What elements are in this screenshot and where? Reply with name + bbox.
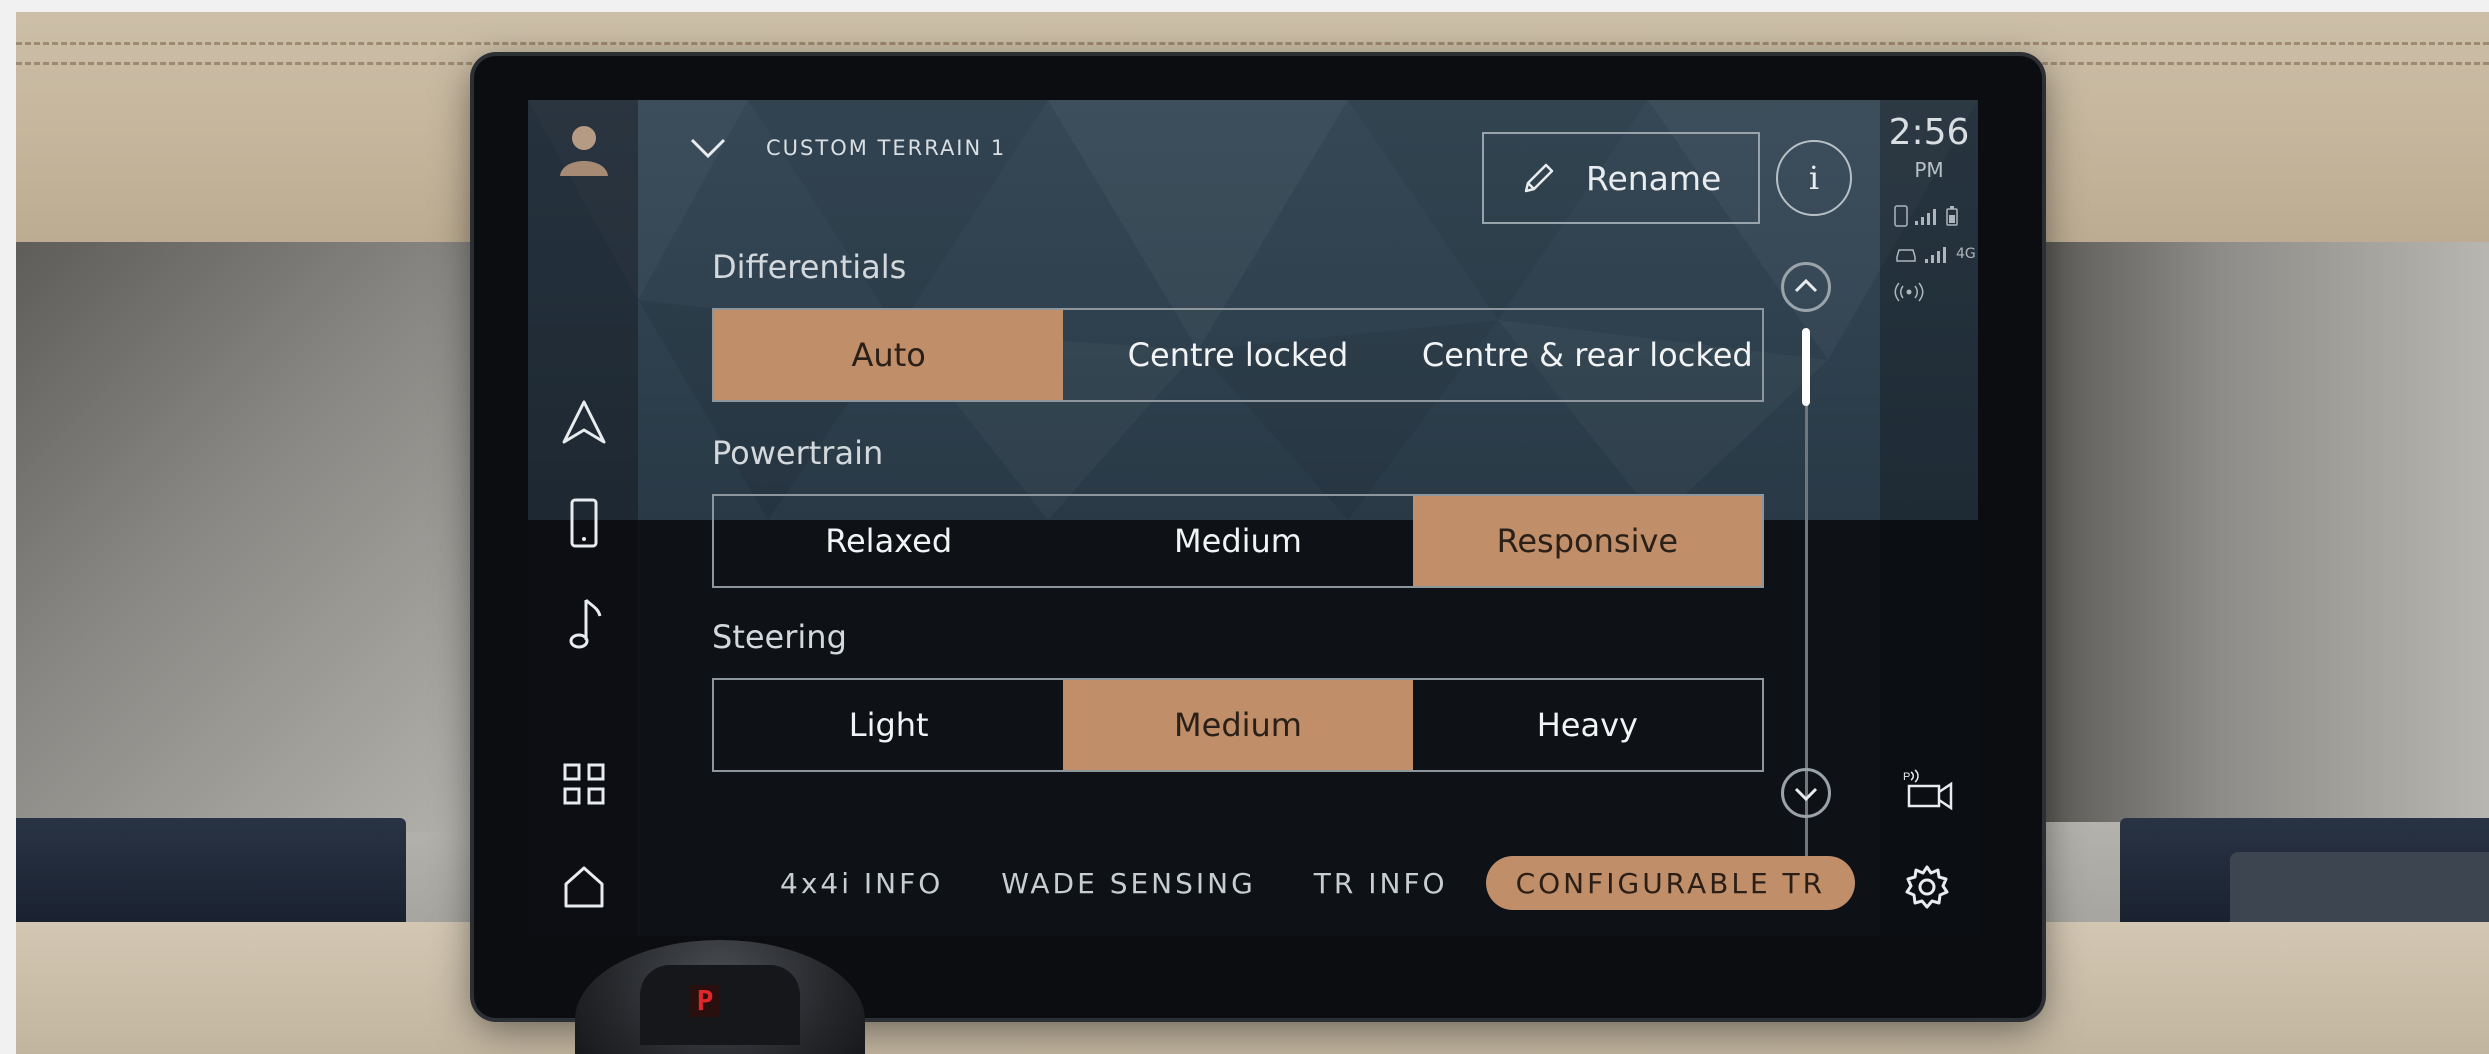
signal-bars-icon bbox=[1915, 209, 1936, 225]
phone-status-icon bbox=[1894, 205, 1908, 227]
scroll-up-button[interactable] bbox=[1781, 262, 1831, 312]
section-label: Steering bbox=[712, 618, 847, 656]
media-icon[interactable] bbox=[552, 592, 616, 656]
rename-label: Rename bbox=[1586, 158, 1722, 198]
segment-option[interactable]: Medium bbox=[1063, 680, 1413, 770]
network-type-label: 4G bbox=[1956, 246, 1976, 262]
tab-item[interactable]: TR INFO bbox=[1294, 856, 1468, 910]
pencil-icon bbox=[1520, 159, 1558, 197]
chevron-down-icon[interactable] bbox=[688, 128, 728, 168]
right-vent-card bbox=[2230, 852, 2489, 922]
svg-text:P: P bbox=[1903, 771, 1910, 783]
battery-icon bbox=[1946, 206, 1958, 226]
segment-option[interactable]: Responsive bbox=[1412, 496, 1762, 586]
section-label: Differentials bbox=[712, 248, 907, 286]
terrain-menu-title[interactable]: CUSTOM TERRAIN 1 bbox=[766, 130, 1006, 166]
segment-option[interactable]: Centre locked bbox=[1063, 310, 1412, 400]
wifi-hotspot-icon bbox=[1894, 282, 1924, 302]
gear-selector-face bbox=[640, 965, 800, 1045]
dashboard-left-cutout bbox=[16, 242, 476, 832]
clock-ampm: PM bbox=[1914, 158, 1944, 182]
wifi-hotspot-status bbox=[1894, 280, 1924, 304]
bottom-tab-bar: 4x4i INFO WADE SENSING TR INFO CONFIGURABLE… bbox=[760, 856, 1873, 910]
navigation-icon[interactable] bbox=[552, 390, 616, 454]
segmented-control: Light Medium Heavy bbox=[712, 678, 1764, 772]
dashboard-stitching bbox=[16, 42, 2489, 45]
tab-item[interactable]: 4x4i INFO bbox=[760, 856, 963, 910]
settings-icon[interactable] bbox=[1894, 854, 1960, 920]
segment-option[interactable]: Relaxed bbox=[714, 496, 1063, 586]
scroll-down-button[interactable] bbox=[1781, 768, 1831, 818]
car-status-icon bbox=[1896, 249, 1916, 262]
car-interior-scene: CUSTOM TERRAIN 1 Rename i 2:56 PM 4G Dif… bbox=[0, 0, 2489, 1054]
rename-button[interactable]: Rename bbox=[1482, 132, 1760, 224]
signal-bars-icon bbox=[1925, 247, 1946, 263]
segment-option[interactable]: Medium bbox=[1063, 496, 1412, 586]
parking-camera-icon[interactable]: P bbox=[1896, 760, 1962, 820]
segment-option[interactable]: Auto bbox=[714, 310, 1064, 400]
segment-option[interactable]: Heavy bbox=[1413, 680, 1762, 770]
clock-time: 2:56 bbox=[1888, 112, 1970, 153]
tab-item[interactable]: WADE SENSING bbox=[981, 856, 1276, 910]
info-button[interactable]: i bbox=[1776, 140, 1852, 216]
section-label: Powertrain bbox=[712, 434, 884, 472]
gear-park-indicator: P bbox=[690, 985, 720, 1017]
segment-option[interactable]: Centre & rear locked bbox=[1413, 310, 1762, 400]
segment-option[interactable]: Light bbox=[714, 680, 1063, 770]
dashboard-right-panel bbox=[2040, 242, 2489, 822]
segmented-control: Relaxed Medium Responsive bbox=[712, 494, 1764, 588]
apps-grid-icon[interactable] bbox=[552, 752, 616, 816]
segmented-control: Auto Centre locked Centre & rear locked bbox=[712, 308, 1764, 402]
profile-icon[interactable] bbox=[552, 116, 616, 180]
phone-icon[interactable] bbox=[552, 492, 616, 556]
scrollbar-thumb[interactable] bbox=[1802, 328, 1810, 406]
home-icon[interactable] bbox=[552, 854, 616, 918]
left-air-vent bbox=[16, 818, 406, 922]
chevron-down-icon bbox=[1794, 787, 1818, 802]
car-signal-status: 4G bbox=[1894, 242, 1976, 266]
infotainment-screen: CUSTOM TERRAIN 1 Rename i 2:56 PM 4G Dif… bbox=[528, 100, 1978, 936]
phone-signal-status bbox=[1894, 204, 1958, 228]
chevron-up-icon bbox=[1794, 278, 1818, 293]
tab-item[interactable]: CONFIGURABLE TR bbox=[1485, 856, 1856, 910]
